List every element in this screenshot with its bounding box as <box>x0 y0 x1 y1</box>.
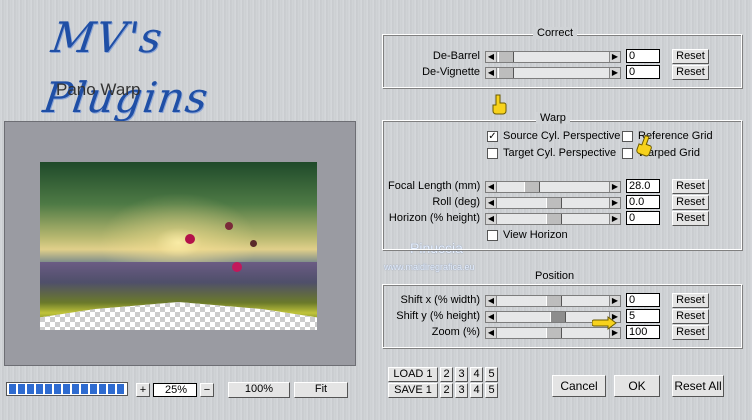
de-barrel-slider[interactable]: ◀ ▶ <box>485 51 621 63</box>
roll-slider[interactable]: ◀ ▶ <box>485 197 621 209</box>
shift-y-label: Shift y (% height) <box>396 310 480 322</box>
preview-image[interactable] <box>40 162 317 330</box>
target-cyl-checkbox[interactable] <box>487 148 498 159</box>
focal-length-reset-button[interactable]: Reset <box>672 179 709 194</box>
save-slot-5[interactable]: 5 <box>485 383 498 398</box>
hand-pointer-icon <box>592 316 617 330</box>
roll-value[interactable]: 0.0 <box>626 195 660 209</box>
progress-bar <box>6 382 128 396</box>
shift-x-reset-button[interactable]: Reset <box>672 293 709 308</box>
de-barrel-label: De-Barrel <box>432 50 480 62</box>
load-slot-5[interactable]: 5 <box>485 367 498 382</box>
roll-label: Roll (deg) <box>432 196 480 208</box>
de-vignette-reset-button[interactable]: Reset <box>672 65 709 80</box>
shift-x-label: Shift x (% width) <box>400 294 480 306</box>
load-slot-2[interactable]: 2 <box>440 367 453 382</box>
focal-length-slider[interactable]: ◀ ▶ <box>485 181 621 193</box>
source-cyl-label: Source Cyl. Perspective <box>503 130 621 142</box>
zoom-in-button[interactable]: + <box>136 383 150 397</box>
load-preset-button[interactable]: LOAD 1 <box>388 367 438 382</box>
watermark-url: www.maidiregrafica.eu <box>384 262 475 272</box>
zoom-100-button[interactable]: 100% <box>228 382 290 398</box>
target-cyl-label: Target Cyl. Perspective <box>503 147 617 159</box>
load-slot-4[interactable]: 4 <box>470 367 483 382</box>
warp-group-title: Warp <box>536 112 570 124</box>
focal-length-label: Focal Length (mm) <box>388 180 481 192</box>
zoom-reset-button[interactable]: Reset <box>672 325 709 340</box>
shift-y-reset-button[interactable]: Reset <box>672 309 709 324</box>
reference-grid-checkbox[interactable] <box>622 131 633 142</box>
de-vignette-label: De-Vignette <box>422 66 480 78</box>
hand-pointer-icon <box>492 94 507 115</box>
reset-all-button[interactable]: Reset All <box>672 375 724 397</box>
check-icon: ✓ <box>488 131 497 142</box>
source-cyl-checkbox[interactable]: ✓ <box>487 131 498 142</box>
horizon-reset-button[interactable]: Reset <box>672 211 709 226</box>
zoom-label: Zoom (%) <box>431 326 480 338</box>
zoom-value[interactable]: 100 <box>626 325 660 339</box>
de-barrel-value[interactable]: 0 <box>626 49 660 63</box>
zoom-out-button[interactable]: − <box>200 383 214 397</box>
zoom-percent: 25% <box>153 383 197 397</box>
de-vignette-slider[interactable]: ◀ ▶ <box>485 67 621 79</box>
view-horizon-label: View Horizon <box>503 229 568 241</box>
save-slot-4[interactable]: 4 <box>470 383 483 398</box>
horizon-slider[interactable]: ◀ ▶ <box>485 213 621 225</box>
cancel-button[interactable]: Cancel <box>552 375 606 397</box>
save-preset-button[interactable]: SAVE 1 <box>388 383 438 398</box>
focal-length-value[interactable]: 28.0 <box>626 179 660 193</box>
horizon-value[interactable]: 0 <box>626 211 660 225</box>
de-barrel-reset-button[interactable]: Reset <box>672 49 709 64</box>
roll-reset-button[interactable]: Reset <box>672 195 709 210</box>
shift-x-value[interactable]: 0 <box>626 293 660 307</box>
shift-y-value[interactable]: 5 <box>626 309 660 323</box>
position-group-title: Position <box>531 270 579 282</box>
correct-group-title: Correct <box>533 27 578 39</box>
warped-grid-checkbox[interactable] <box>622 148 633 159</box>
view-horizon-checkbox[interactable] <box>487 230 498 241</box>
shift-x-slider[interactable]: ◀ ▶ <box>485 295 621 307</box>
save-slot-2[interactable]: 2 <box>440 383 453 398</box>
horizon-label: Horizon (% height) <box>388 212 480 224</box>
plugin-title: Pano Warp <box>56 80 141 99</box>
de-vignette-value[interactable]: 0 <box>626 65 660 79</box>
logo-text: MV's Plugins <box>40 13 212 122</box>
load-slot-3[interactable]: 3 <box>455 367 468 382</box>
zoom-fit-button[interactable]: Fit <box>294 382 348 398</box>
ok-button[interactable]: OK <box>614 375 660 397</box>
save-slot-3[interactable]: 3 <box>455 383 468 398</box>
